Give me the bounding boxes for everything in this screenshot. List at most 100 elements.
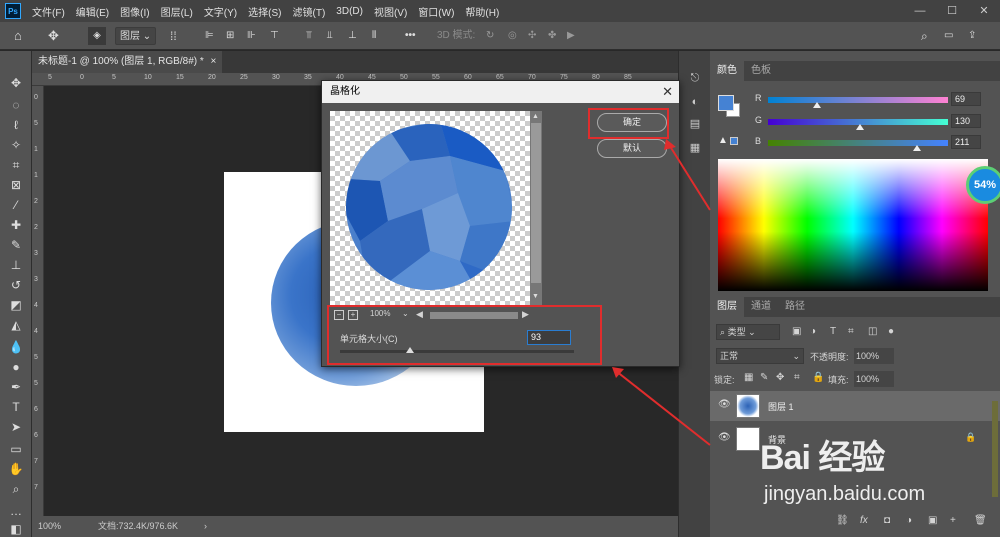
align-top-icon[interactable]: ⊤ [270,27,279,45]
distribute-icon[interactable]: ⫪ [306,27,312,45]
blur-tool-icon[interactable]: 💧 [8,339,24,355]
3d-roll-icon[interactable]: ◎ [508,27,517,45]
shape-filter-icon[interactable]: ⌗ [848,326,854,337]
tab-channels[interactable]: 通道 [744,297,778,317]
lock-transparent-icon[interactable]: ▦ [744,372,753,383]
healing-brush-icon[interactable]: ✚ [8,217,24,233]
3d-scale-icon[interactable]: ▶ [567,27,575,45]
search-icon[interactable]: ⌕ [921,27,928,45]
color-swatches-icon[interactable]: ◧ [8,521,24,537]
type-tool-icon[interactable]: T [8,399,24,415]
minimize-button[interactable]: — [904,0,936,22]
mask-icon[interactable]: ◘ [884,515,890,526]
adjustment-filter-icon[interactable]: ◑ [810,326,816,337]
menu-select[interactable]: 选择(S) [248,4,281,19]
edit-toolbar-icon[interactable]: … [8,503,24,519]
tab-paths[interactable]: 路径 [778,297,812,317]
lock-pixels-icon[interactable]: ✎ [760,372,768,383]
menu-window[interactable]: 窗口(W) [418,4,454,19]
paint-bucket-icon[interactable]: ◭ [8,317,24,333]
close-tab-icon[interactable]: × [211,56,217,67]
pen-tool-icon[interactable]: ✒ [8,379,24,395]
history-brush-icon[interactable]: ↺ [8,277,24,293]
blue-knob[interactable] [913,145,922,151]
move-tool-icon[interactable]: ✥ [48,27,59,45]
marquee-tool-icon[interactable]: ◌ [8,97,24,113]
scroll-down-icon[interactable]: ▼ [532,293,539,300]
menu-type[interactable]: 文字(Y) [204,4,237,19]
auto-select-dropdown[interactable]: 图层 ⌄ [115,27,157,45]
brush-tool-icon[interactable]: ✎ [8,237,24,253]
green-knob[interactable] [855,124,864,130]
new-layer-icon[interactable]: + [950,515,956,526]
clone-stamp-icon[interactable]: ⊥ [8,257,24,273]
eraser-icon[interactable]: ◩ [8,297,24,313]
foreground-color-swatch[interactable] [718,95,734,111]
eyedropper-icon[interactable]: ⁄ [8,197,24,213]
preview-scrollbar[interactable]: ▲ ▼ [530,111,542,305]
type-filter-icon[interactable]: T [830,326,836,337]
document-tab[interactable]: 未标题-1 @ 100% (图层 1, RGB/8#) * × [32,51,223,73]
color-spectrum[interactable] [718,159,988,291]
crop-tool-icon[interactable]: ⌗ [8,157,24,173]
auto-select-icon[interactable]: ◈ [88,27,106,45]
menu-filter[interactable]: 滤镜(T) [293,4,326,19]
red-knob[interactable] [812,102,821,108]
menu-help[interactable]: 帮助(H) [465,4,499,19]
zoom-tool-icon[interactable]: ⌕ [8,481,24,497]
properties-icon[interactable]: ▤ [688,117,702,131]
close-window-button[interactable]: ✕ [968,0,1000,22]
opacity-value[interactable]: 100% [854,348,894,364]
lock-all-icon[interactable]: 🔒 [812,372,824,383]
align-left-icon[interactable]: ⊫ [205,27,214,45]
red-track[interactable] [768,97,948,103]
hand-tool-icon[interactable]: ✋ [8,461,24,477]
more-options-icon[interactable]: ••• [405,27,416,45]
menu-image[interactable]: 图像(I) [120,4,149,19]
menu-file[interactable]: 文件(F) [32,4,65,19]
rectangle-tool-icon[interactable]: ▭ [8,441,24,457]
blend-mode-dropdown[interactable]: 正常 ⌄ [716,348,804,364]
green-value[interactable]: 130 [951,114,981,128]
status-menu-icon[interactable]: › [204,516,207,537]
close-icon[interactable]: ✕ [662,81,673,103]
scroll-thumb[interactable] [531,123,541,283]
menu-layer[interactable]: 图层(L) [161,4,193,19]
websafe-swatch[interactable] [730,137,738,145]
menu-edit[interactable]: 编辑(E) [76,4,109,19]
blue-value[interactable]: 211 [951,135,981,149]
layer-filter-dropdown[interactable]: ⌕ 类型 ⌄ [716,324,780,340]
red-value[interactable]: 69 [951,92,981,106]
fill-value[interactable]: 100% [854,371,894,387]
layer-name[interactable]: 图层 1 [768,400,794,413]
menu-3d[interactable]: 3D(D) [336,6,363,17]
zoom-level[interactable]: 100% [38,516,61,537]
maximize-button[interactable]: ☐ [936,0,968,22]
delete-layer-icon[interactable]: 🗑 [974,515,987,526]
adjustments-icon[interactable]: ◐ [688,95,702,109]
distribute-bottom-icon[interactable]: ⊥ [348,27,357,45]
layers-scrollbar[interactable] [992,401,998,497]
path-selection-icon[interactable]: ➤ [8,419,24,435]
tab-swatches[interactable]: 色板 [744,61,778,81]
history-icon[interactable]: ⎋ [688,71,702,85]
distribute-center-icon[interactable]: ⫫ [327,27,333,45]
share-icon[interactable]: ⇪ [968,27,976,45]
home-icon[interactable]: ⌂ [14,27,22,45]
align-right-icon[interactable]: ⊪ [247,27,256,45]
3d-pan-icon[interactable]: ✣ [528,27,536,45]
adjustment-layer-icon[interactable]: ◑ [906,515,912,526]
scroll-up-icon[interactable]: ▲ [532,113,539,120]
lock-position-icon[interactable]: ✥ [776,372,784,383]
smart-object-filter-icon[interactable]: ◫ [868,326,877,337]
menu-view[interactable]: 视图(V) [374,4,407,19]
transform-controls-icon[interactable]: ⁞⁞ [170,27,177,45]
fx-icon[interactable]: fx [860,515,868,526]
3d-orbit-icon[interactable]: ↻ [486,27,494,45]
3d-slide-icon[interactable]: ✤ [548,27,556,45]
link-layers-icon[interactable]: ⛓ [836,515,849,526]
tab-color[interactable]: 颜色 [710,61,744,81]
lock-artboard-icon[interactable]: ⌗ [794,372,800,383]
magic-wand-icon[interactable]: ✧ [8,137,24,153]
frame-tool-icon[interactable]: ⊠ [8,177,24,193]
